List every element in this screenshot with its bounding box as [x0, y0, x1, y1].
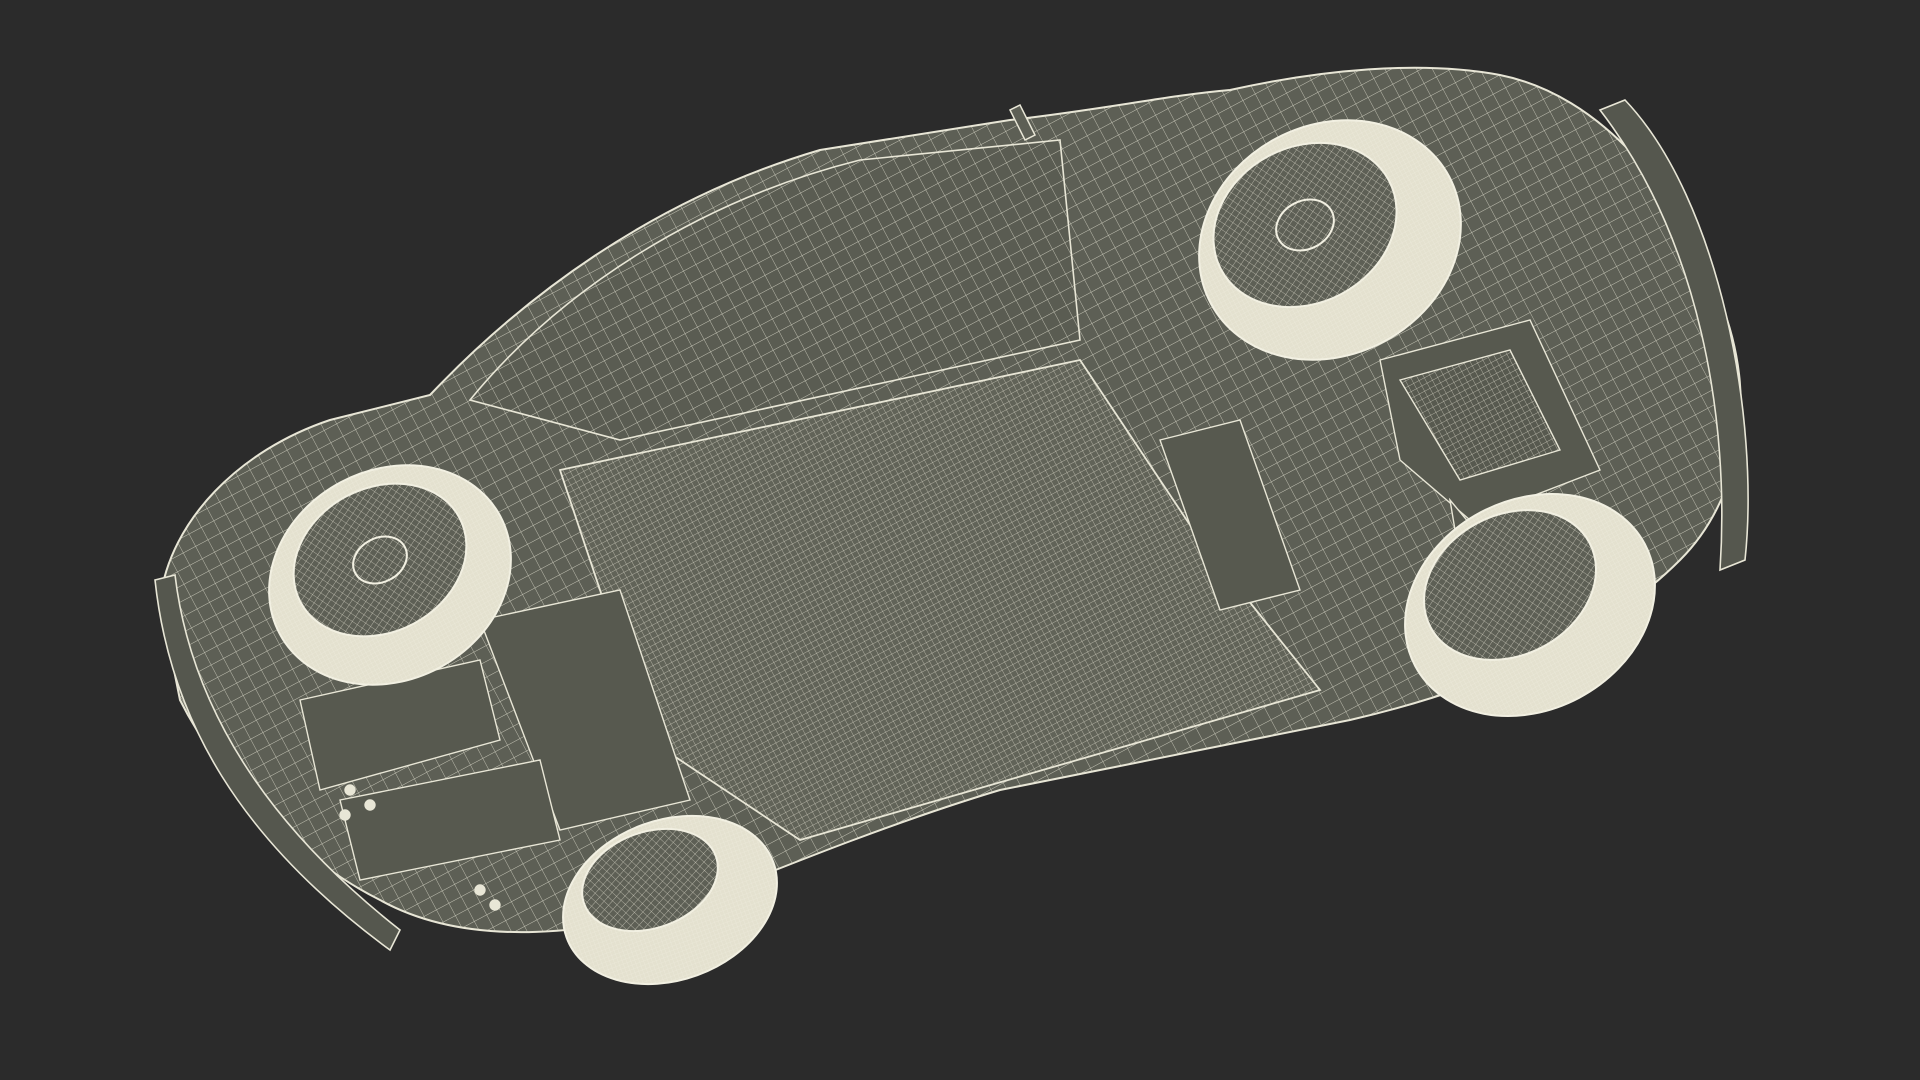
- car-wireframe-render: [154, 66, 1749, 986]
- render-viewport: [0, 0, 1920, 1080]
